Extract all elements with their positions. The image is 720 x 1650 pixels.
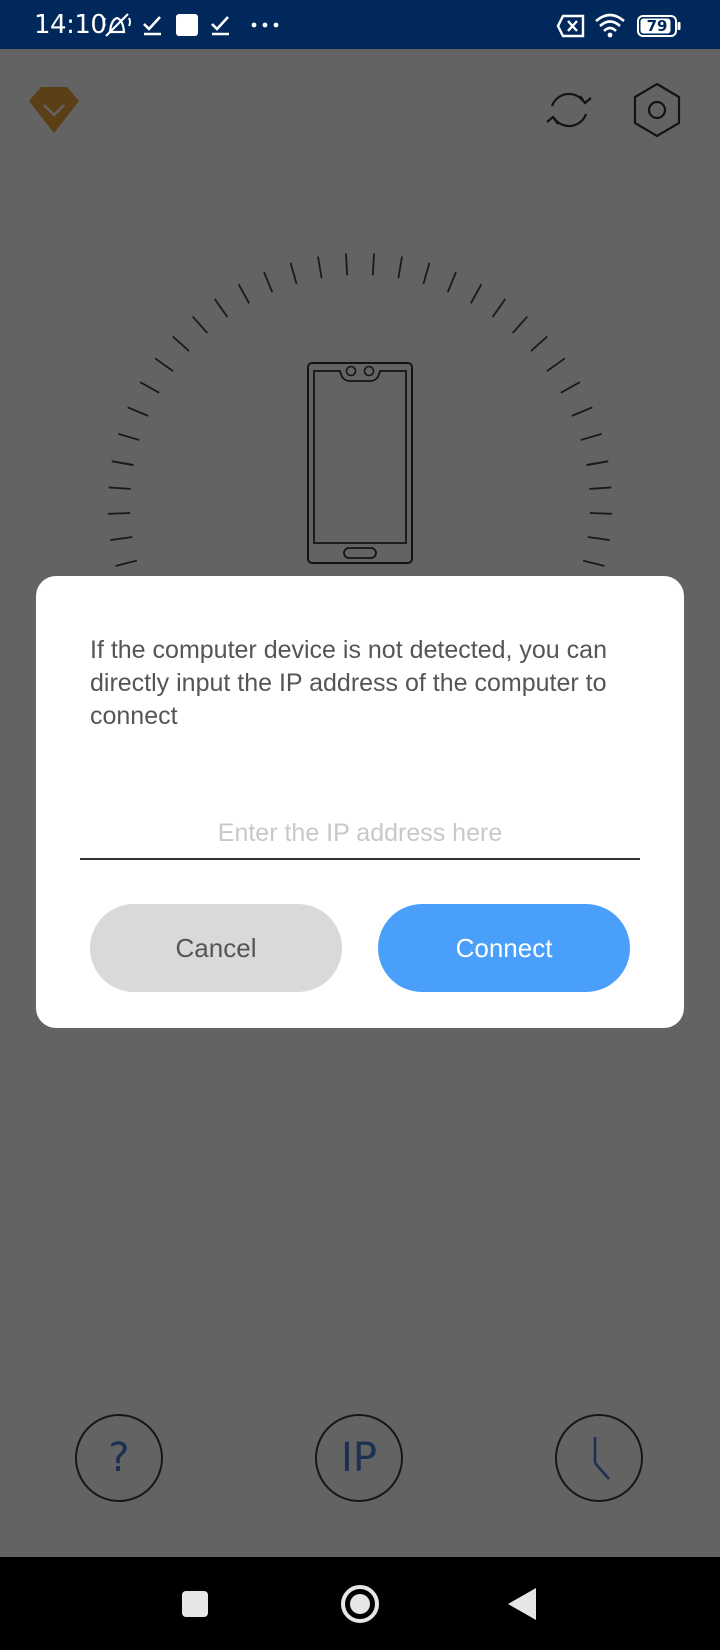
screen: 14:10 79 If the computer device is not d… bbox=[0, 0, 720, 1650]
status-bar: 14:10 79 bbox=[0, 0, 720, 49]
navigation-bar bbox=[0, 1557, 720, 1650]
battery-level: 79 bbox=[646, 17, 668, 35]
recents-button[interactable] bbox=[170, 1557, 220, 1650]
more-dots-icon bbox=[251, 22, 279, 28]
ip-connect-dialog: If the computer device is not detected, … bbox=[36, 576, 684, 1028]
recents-square-icon bbox=[182, 1590, 208, 1617]
home-circle-icon bbox=[341, 1584, 379, 1623]
muted-bell-icon bbox=[103, 13, 131, 37]
wifi-icon bbox=[595, 13, 625, 38]
connect-button[interactable]: Connect bbox=[378, 904, 630, 992]
status-time: 14:10 bbox=[34, 10, 107, 40]
check-icon bbox=[211, 16, 229, 36]
home-button[interactable] bbox=[336, 1557, 384, 1650]
cancel-button[interactable]: Cancel bbox=[90, 904, 342, 992]
square-icon bbox=[176, 14, 198, 36]
sim-x-icon bbox=[556, 14, 585, 38]
ip-address-input[interactable] bbox=[80, 808, 640, 860]
back-button[interactable] bbox=[502, 1557, 542, 1650]
check-icon bbox=[143, 16, 161, 36]
back-triangle-icon bbox=[508, 1587, 536, 1620]
dialog-message: If the computer device is not detected, … bbox=[90, 636, 607, 730]
